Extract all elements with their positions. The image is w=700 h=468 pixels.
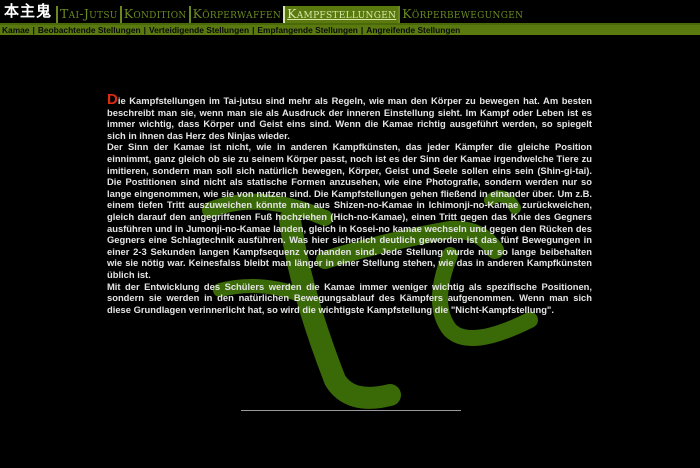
nav-tab-koerperwaffen[interactable]: Körperwaffen	[188, 6, 284, 23]
sub-navigation-bar: Kamae | Beobachtende Stellungen | Verteidige…	[0, 25, 700, 35]
subnav-link-angreifende[interactable]: Angreifende Stellungen	[366, 25, 460, 35]
subnav-link-beobachtende[interactable]: Beobachtende Stellungen	[38, 25, 141, 35]
article-paragraph-1: Die Kampfstellungen im Tai-jutsu sind me…	[107, 91, 592, 141]
subnav-separator: |	[32, 25, 35, 35]
article-paragraph-3: Mit der Entwicklung des Schülers werden …	[107, 280, 592, 315]
subnav-link-verteidigende[interactable]: Verteidigende Stellungen	[149, 25, 249, 35]
nav-tab-kampfstellungen[interactable]: Kampfstellungen	[283, 6, 399, 23]
nav-tab-tai-jutsu[interactable]: Tai-Jutsu	[56, 6, 120, 23]
drop-cap-letter: D	[107, 91, 118, 108]
top-navigation-bar: 本主鬼 Tai-Jutsu Kondition Körperwaffen Kam…	[0, 0, 700, 23]
subnav-separator: |	[360, 25, 364, 35]
paragraph-text: ie Kampfstellungen im Tai-jutsu sind meh…	[107, 95, 592, 141]
subnav-link-kamae[interactable]: Kamae	[2, 25, 29, 35]
main-article: Die Kampfstellungen im Tai-jutsu sind me…	[107, 91, 592, 315]
article-paragraph-2: Der Sinn der Kamae ist nicht, wie in and…	[107, 141, 592, 280]
nav-tab-koerperbewegungen[interactable]: Körperbewegungen	[398, 6, 525, 23]
footer-divider	[241, 410, 461, 411]
site-logo[interactable]: 本主鬼	[0, 0, 56, 23]
nav-tab-kondition[interactable]: Kondition	[119, 6, 189, 23]
subnav-separator: |	[143, 25, 146, 35]
subnav-link-empfangende[interactable]: Empfangende Stellungen	[257, 25, 358, 35]
